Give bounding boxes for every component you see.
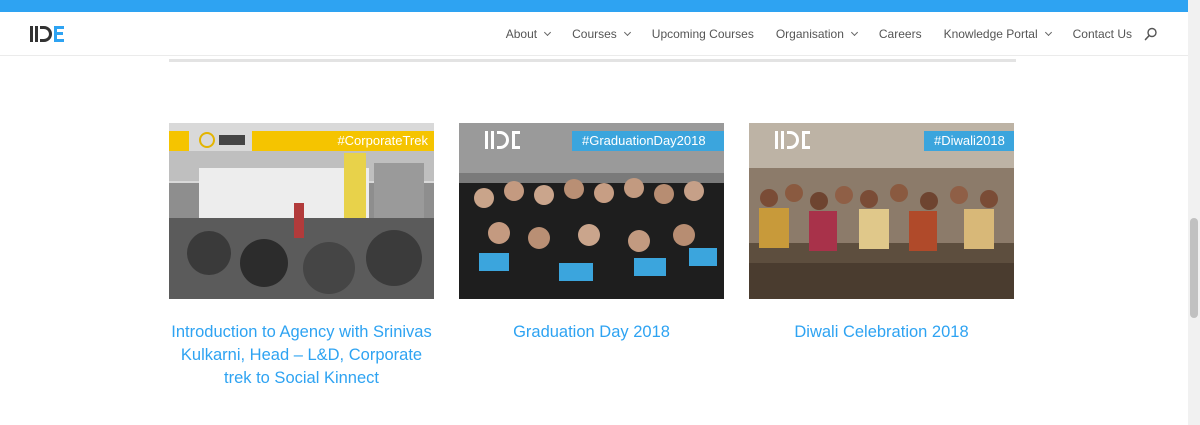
post-title[interactable]: Introduction to Agency with Srinivas Kul…	[169, 321, 434, 390]
search-icon[interactable]	[1144, 27, 1158, 41]
post-tag: #CorporateTrek	[252, 131, 434, 151]
post-thumbnail[interactable]: #CorporateTrek	[169, 123, 434, 299]
chevron-down-icon	[623, 28, 631, 36]
top-accent-bar	[0, 0, 1188, 12]
logo-d	[40, 26, 52, 42]
nav-item-label: Contact Us	[1072, 26, 1132, 41]
nav-item-knowledge-portal[interactable]: Knowledge Portal	[943, 26, 1052, 41]
logo-bar	[30, 26, 33, 42]
logo-bar	[35, 26, 38, 42]
post-card-diwali[interactable]: #Diwali2018 Diwali Celebration 2018	[749, 123, 1014, 344]
nav-item-organisation[interactable]: Organisation	[775, 26, 858, 41]
post-thumbnail[interactable]: #GraduationDay2018	[459, 123, 724, 299]
post-card-graduation-day[interactable]: #GraduationDay2018 Graduation Day 2018	[459, 123, 724, 344]
nav-item-label: About	[505, 26, 538, 41]
nav-item-label: Knowledge Portal	[943, 26, 1038, 41]
chevron-down-icon	[1044, 28, 1052, 36]
section-divider	[169, 59, 1016, 62]
iide-logo	[775, 131, 810, 149]
nav-item-courses[interactable]: Courses	[572, 26, 631, 41]
scrollbar-thumb[interactable]	[1190, 218, 1198, 318]
post-title[interactable]: Graduation Day 2018	[459, 321, 724, 344]
nav-item-label: Courses	[572, 26, 617, 41]
site-header: About Courses Upcoming Courses Organisat…	[0, 12, 1188, 55]
post-thumbnail[interactable]: #Diwali2018	[749, 123, 1014, 299]
nav-item-about[interactable]: About	[505, 26, 552, 41]
nav-item-upcoming-courses[interactable]: Upcoming Courses	[652, 27, 754, 41]
chevron-down-icon	[544, 28, 552, 36]
site-logo[interactable]	[30, 25, 64, 43]
post-title[interactable]: Diwali Celebration 2018	[749, 321, 1014, 344]
nav-item-label: Careers	[878, 26, 922, 41]
main-nav: About Courses Upcoming Courses Organisat…	[484, 12, 1132, 55]
page-scrollbar[interactable]	[1188, 0, 1200, 425]
nav-item-label: Organisation	[775, 26, 844, 41]
iide-logo	[485, 131, 520, 149]
nav-item-careers[interactable]: Careers	[879, 27, 922, 41]
nav-item-contact-us[interactable]: Contact Us	[1073, 27, 1132, 41]
post-tag: #Diwali2018	[924, 131, 1014, 151]
chevron-down-icon	[850, 28, 858, 36]
nav-item-label: Upcoming Courses	[651, 26, 754, 41]
post-card-corporate-trek[interactable]: #CorporateTrek Introduction to Agency wi…	[169, 123, 434, 390]
logo-e	[54, 26, 64, 42]
post-tag: #GraduationDay2018	[572, 131, 724, 151]
